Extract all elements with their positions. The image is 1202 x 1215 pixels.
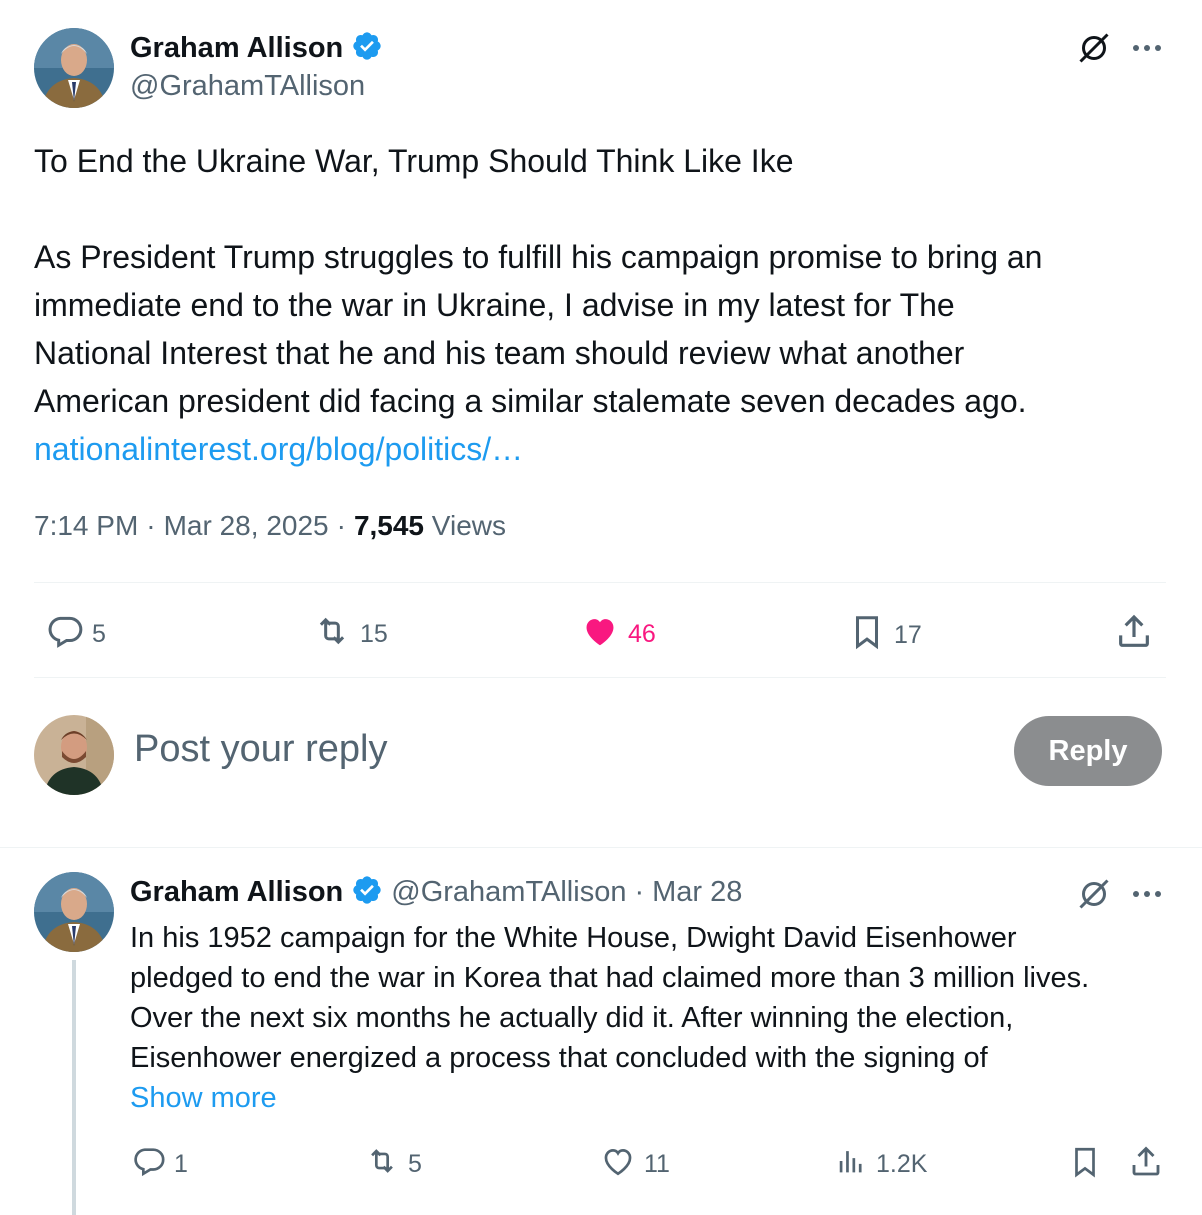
reply-author-name[interactable]: Graham Allison bbox=[130, 876, 343, 909]
views-icon bbox=[834, 1144, 868, 1185]
like-button[interactable]: 11 bbox=[600, 1144, 670, 1185]
more-icon[interactable] bbox=[1130, 880, 1164, 913]
reply-input[interactable]: Post your reply bbox=[134, 728, 994, 771]
bookmark-icon[interactable] bbox=[1068, 1144, 1102, 1185]
reply-date[interactable]: Mar 28 bbox=[652, 876, 742, 909]
share-icon[interactable] bbox=[1128, 1144, 1164, 1185]
meta-separator: · bbox=[634, 876, 645, 908]
reply-body-line: pledged to end the war in Korea that had… bbox=[130, 962, 1090, 994]
author-handle[interactable]: @GrahamTAllison bbox=[130, 70, 365, 103]
article-link[interactable]: nationalinterest.org/blog/politics/… bbox=[34, 425, 1174, 473]
like-icon bbox=[600, 1144, 636, 1185]
bookmark-count: 17 bbox=[894, 621, 922, 649]
like-count: 11 bbox=[644, 1150, 670, 1178]
reply-count: 5 bbox=[92, 620, 106, 648]
show-more-link[interactable]: Show more bbox=[130, 1078, 1180, 1118]
repost-button[interactable]: 15 bbox=[312, 612, 388, 657]
reply-body-line: Eisenhower energized a process that conc… bbox=[130, 1042, 988, 1074]
divider bbox=[34, 677, 1166, 678]
post-title: To End the Ukraine War, Trump Should Thi… bbox=[34, 143, 794, 179]
post-body-line: American president did facing a similar … bbox=[34, 383, 1027, 419]
views-count: 1.2K bbox=[876, 1150, 928, 1178]
post-date[interactable]: Mar 28, 2025 bbox=[164, 510, 329, 542]
bookmark-button[interactable]: 17 bbox=[848, 612, 922, 659]
thread-line bbox=[72, 960, 76, 1215]
reply-author-avatar[interactable] bbox=[34, 872, 114, 952]
grok-icon[interactable] bbox=[1076, 30, 1112, 71]
verified-badge-icon bbox=[351, 30, 383, 67]
like-count: 46 bbox=[628, 620, 656, 648]
reply-submit-button[interactable]: Reply bbox=[1014, 716, 1162, 786]
reply-button[interactable]: 1 bbox=[132, 1144, 188, 1185]
views-button[interactable]: 1.2K bbox=[834, 1144, 927, 1185]
meta-separator: · bbox=[146, 510, 156, 541]
verified-badge-icon bbox=[351, 874, 383, 911]
share-icon[interactable] bbox=[1114, 612, 1154, 657]
post-time[interactable]: 7:14 PM bbox=[34, 510, 138, 542]
views-count: 7,545 bbox=[353, 510, 425, 541]
repost-button[interactable]: 5 bbox=[364, 1144, 422, 1185]
repost-icon bbox=[364, 1144, 400, 1185]
current-user-avatar[interactable] bbox=[34, 715, 114, 795]
post-body-line: immediate end to the war in Ukraine, I a… bbox=[34, 287, 955, 323]
bookmark-icon bbox=[848, 612, 886, 659]
meta-separator: · bbox=[336, 510, 346, 541]
reply-author-handle[interactable]: @GrahamTAllison bbox=[391, 876, 626, 909]
views-label: Views bbox=[431, 510, 506, 541]
post-body-line: National Interest that he and his team s… bbox=[34, 335, 965, 371]
divider bbox=[0, 847, 1202, 848]
more-icon[interactable] bbox=[1130, 34, 1164, 67]
reply-icon bbox=[132, 1144, 166, 1185]
reply-count: 1 bbox=[174, 1150, 188, 1178]
like-icon bbox=[580, 612, 620, 657]
divider bbox=[34, 582, 1166, 583]
repost-count: 15 bbox=[360, 620, 388, 648]
reply-icon bbox=[46, 612, 84, 657]
repost-count: 5 bbox=[408, 1150, 422, 1178]
author-avatar[interactable] bbox=[34, 28, 114, 108]
reply-body-line: In his 1952 campaign for the White House… bbox=[130, 922, 1017, 954]
grok-icon[interactable] bbox=[1076, 876, 1112, 917]
reply-button[interactable]: 5 bbox=[46, 612, 106, 657]
repost-icon bbox=[312, 612, 352, 657]
post-body-line: As President Trump struggles to fulfill … bbox=[34, 239, 1043, 275]
reply-body-line: Over the next six months he actually did… bbox=[130, 1002, 1014, 1034]
like-button[interactable]: 46 bbox=[580, 612, 656, 657]
author-name[interactable]: Graham Allison bbox=[130, 32, 343, 65]
